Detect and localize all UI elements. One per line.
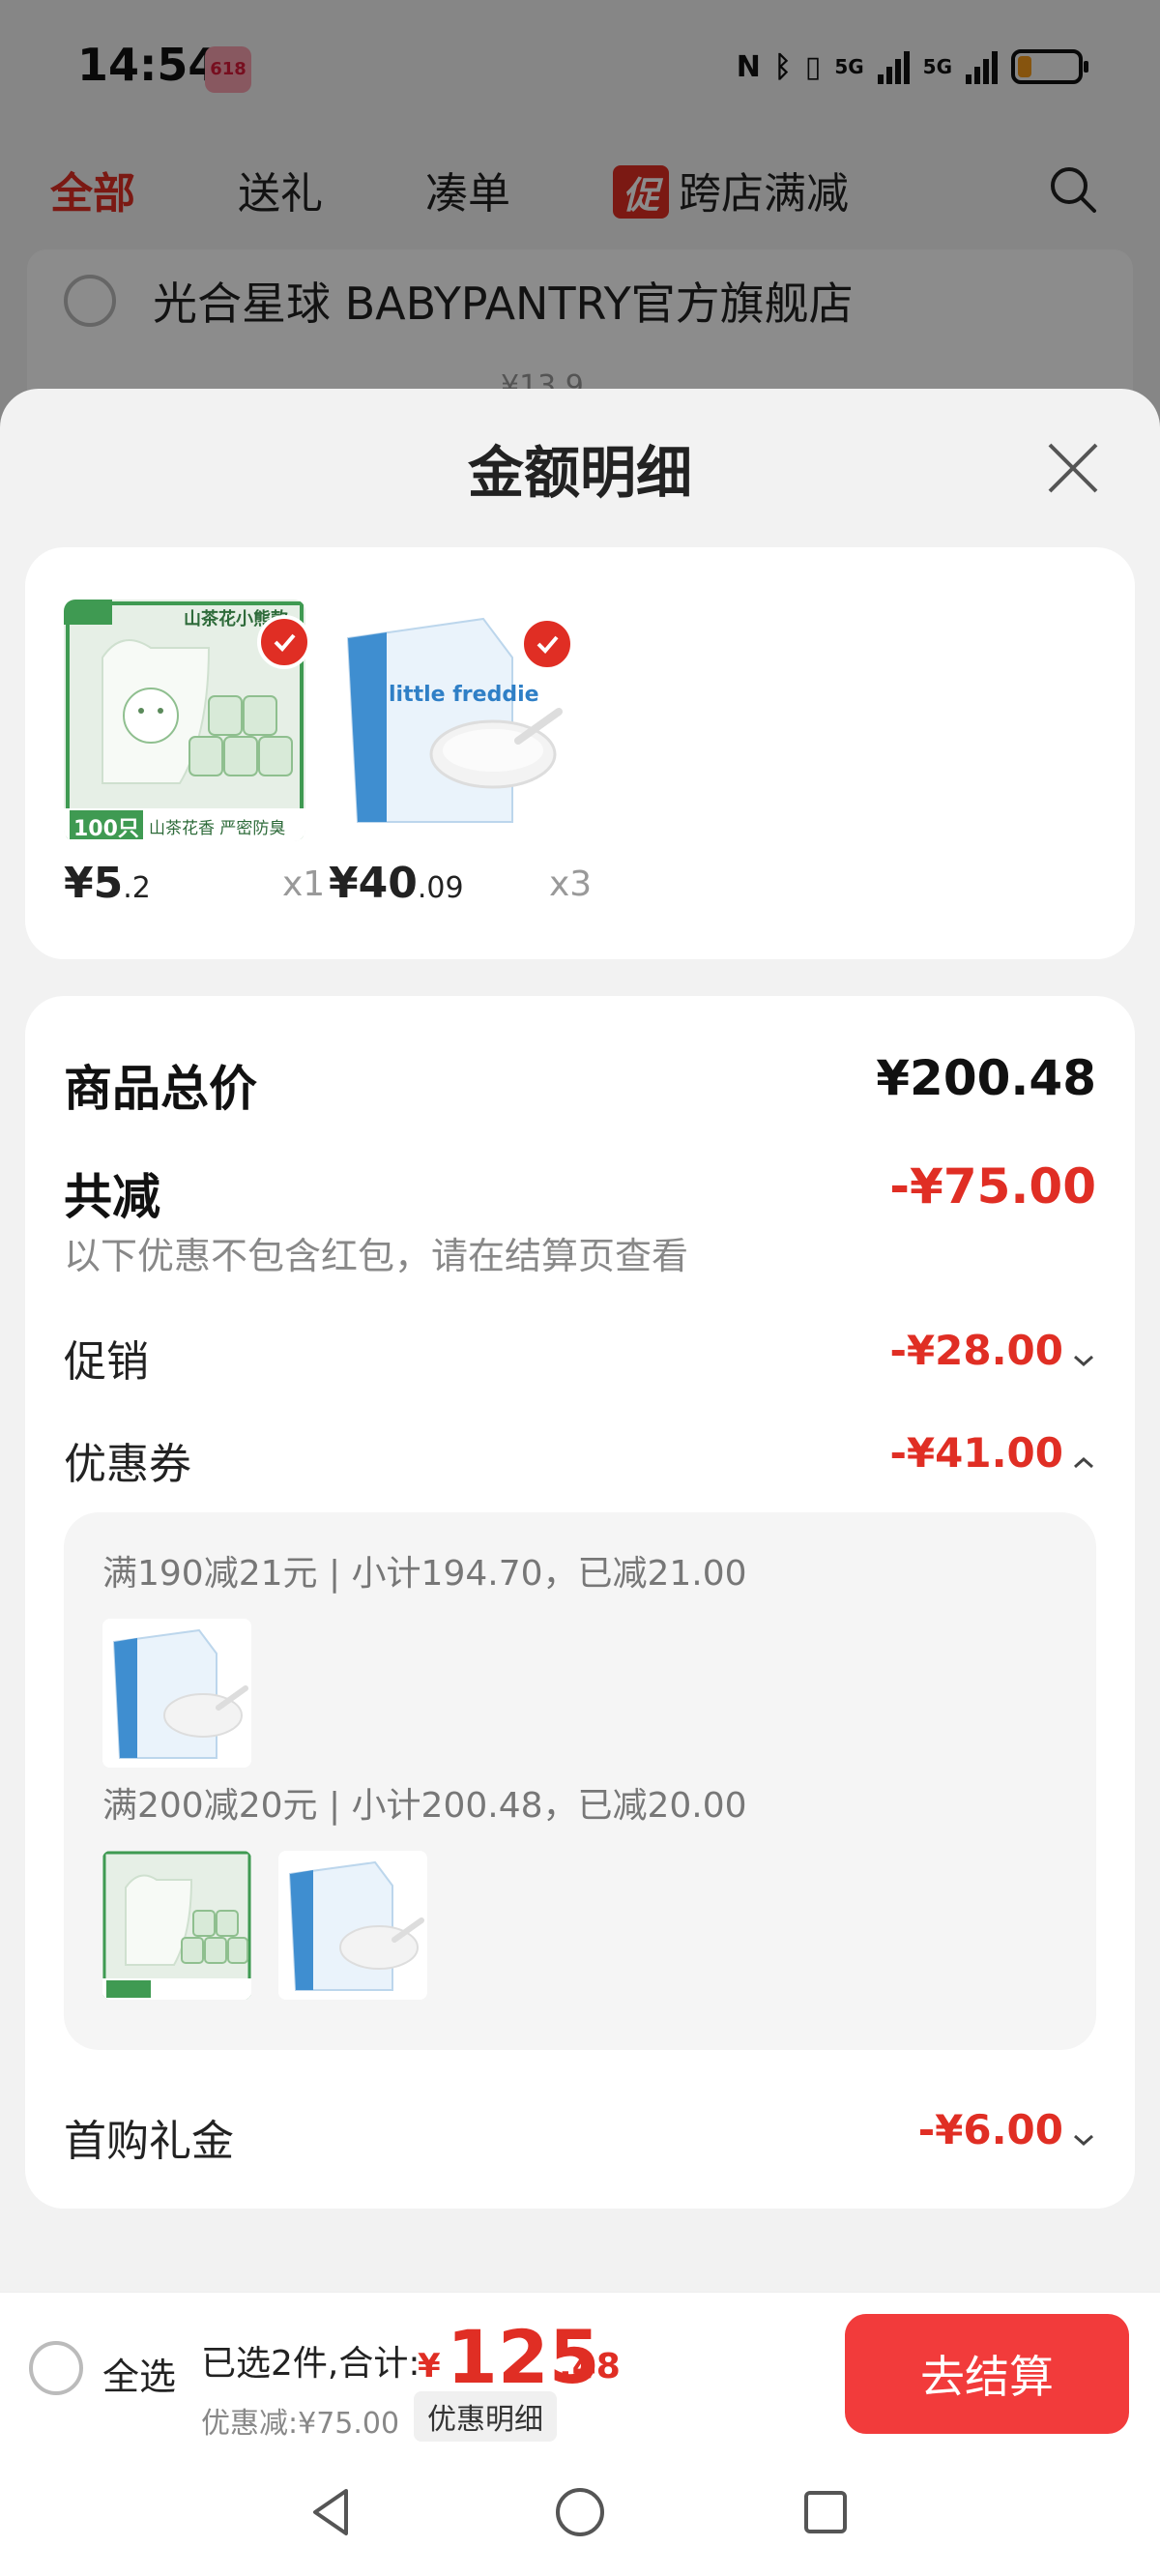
checkout-bar: 全选 已选2件,合计: ¥ 125 .48 优惠减:¥75.00 优惠明细 去结… [0, 2292, 1160, 2450]
home-icon[interactable] [549, 2481, 611, 2543]
total-reduction-value: -¥75.00 [889, 1158, 1096, 1215]
coupon-detail-box: 满190减21元 | 小计194.70，已减21.00 满200减20元 | 小… [64, 1512, 1096, 2050]
selected-count-text: 已选2件,合计: [201, 2344, 420, 2384]
price-summary-card: 商品总价 ¥200.48 共减 -¥75.00 以下优惠不包含红包，请在结算页查… [25, 996, 1135, 2209]
checkout-button[interactable]: 去结算 [845, 2314, 1129, 2434]
discount-summary: 优惠减:¥75.00 [201, 2407, 400, 2441]
total-currency: ¥ [418, 2347, 441, 2386]
chevron-up-icon[interactable] [1071, 1453, 1096, 1473]
product-item[interactable]: little freddie ¥40.09 x3 [329, 600, 592, 908]
promotion-row[interactable]: 促销 -¥28.00 [64, 1327, 1096, 1387]
select-all-radio[interactable] [29, 2341, 83, 2395]
product-price: ¥40.09 [329, 859, 464, 908]
select-all-label[interactable]: 全选 [102, 2347, 176, 2400]
product-quantity: x1 [282, 864, 326, 904]
coupon-product-thumb [102, 1851, 251, 2000]
promotion-label: 促销 [64, 1337, 149, 1387]
product-image-tagline: 山茶花香 严密防臭 [149, 819, 286, 838]
chevron-down-icon[interactable] [1071, 2130, 1096, 2150]
amount-detail-sheet: 金额明细 山茶花小熊款 100只 山茶花香 严密防臭 ¥5.2 x1 littl… [0, 389, 1160, 2576]
product-quantity: x3 [549, 864, 593, 904]
product-price: ¥5.2 [64, 859, 151, 908]
product-item[interactable]: 山茶花小熊款 100只 山茶花香 严密防臭 ¥5.2 x1 [64, 600, 325, 908]
discount-note: 以下优惠不包含红包，请在结算页查看 [64, 1235, 689, 1277]
product-checked-icon [257, 615, 311, 669]
first-purchase-gift-row[interactable]: 首购礼金 -¥6.00 [64, 2106, 1096, 2166]
system-nav-bar [0, 2450, 1160, 2576]
recents-icon[interactable] [795, 2481, 856, 2543]
discount-detail-button[interactable]: 优惠明细 [414, 2391, 557, 2442]
coupon-value: -¥41.00 [889, 1429, 1063, 1477]
chevron-down-icon[interactable] [1071, 1351, 1096, 1370]
total-reduction-label: 共减 [64, 1169, 160, 1225]
back-icon[interactable] [302, 2481, 363, 2543]
coupon-value-group: -¥41.00 [889, 1429, 1096, 1477]
coupon-rule: 满200减20元 | 小计200.48，已减20.00 [102, 1786, 747, 1826]
total-amount-decimal: .48 [559, 2347, 621, 2386]
discount-note-row: 以下优惠不包含红包，请在结算页查看 [64, 1226, 1096, 1277]
coupon-product-thumb [278, 1851, 427, 2000]
first-purchase-gift-value: -¥6.00 [917, 2106, 1063, 2153]
subtotal-label: 商品总价 [64, 1061, 257, 1117]
promotion-value: -¥28.00 [889, 1327, 1063, 1374]
coupon-rule: 满190减21元 | 小计194.70，已减21.00 [102, 1554, 747, 1594]
first-purchase-gift-value-group: -¥6.00 [918, 2106, 1096, 2153]
product-image-count: 100只 [73, 817, 139, 841]
coupon-product-thumb [102, 1619, 251, 1768]
total-reduction-row: 共减 -¥75.00 [64, 1158, 1096, 1225]
coupon-row[interactable]: 优惠券 -¥41.00 [64, 1429, 1096, 1489]
subtotal-row: 商品总价 ¥200.48 [64, 1050, 1096, 1117]
first-purchase-gift-label: 首购礼金 [64, 2117, 234, 2166]
product-image-brand: little freddie [389, 683, 539, 707]
sheet-title: 金额明细 [467, 440, 692, 506]
promotion-value-group: -¥28.00 [889, 1327, 1096, 1374]
selected-products-card: 山茶花小熊款 100只 山茶花香 严密防臭 ¥5.2 x1 little fre… [25, 547, 1135, 959]
subtotal-value: ¥200.48 [876, 1050, 1096, 1106]
coupon-label: 优惠券 [64, 1440, 191, 1489]
close-icon[interactable] [1042, 437, 1104, 499]
product-checked-icon [520, 617, 574, 671]
